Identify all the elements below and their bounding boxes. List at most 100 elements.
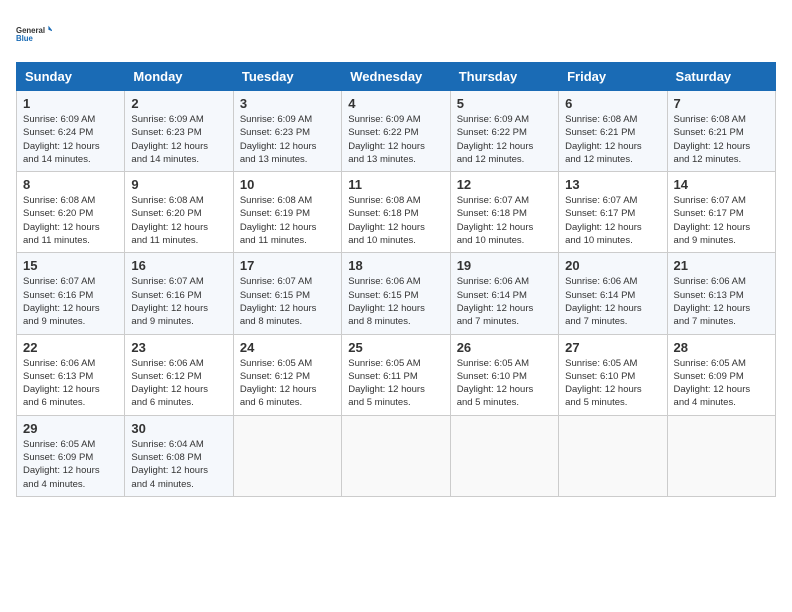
day-info: Sunrise: 6:05 AM Sunset: 6:10 PM Dayligh…	[565, 357, 660, 410]
calendar-cell	[342, 415, 450, 496]
day-info: Sunrise: 6:06 AM Sunset: 6:13 PM Dayligh…	[674, 275, 769, 328]
day-number: 2	[131, 96, 226, 111]
calendar-cell: 1 Sunrise: 6:09 AM Sunset: 6:24 PM Daylig…	[17, 91, 125, 172]
day-info: Sunrise: 6:05 AM Sunset: 6:11 PM Dayligh…	[348, 357, 443, 410]
calendar-cell: 13 Sunrise: 6:07 AM Sunset: 6:17 PM Dayli…	[559, 172, 667, 253]
day-number: 28	[674, 340, 769, 355]
day-number: 5	[457, 96, 552, 111]
logo-svg: General Blue	[16, 16, 52, 52]
day-info: Sunrise: 6:05 AM Sunset: 6:10 PM Dayligh…	[457, 357, 552, 410]
calendar-table: SundayMondayTuesdayWednesdayThursdayFrid…	[16, 62, 776, 497]
day-number: 9	[131, 177, 226, 192]
calendar-cell	[233, 415, 341, 496]
calendar-week-4: 22Sunrise: 6:06 AM Sunset: 6:13 PM Dayli…	[17, 334, 776, 415]
day-number: 20	[565, 258, 660, 273]
day-number: 17	[240, 258, 335, 273]
day-number: 3	[240, 96, 335, 111]
day-number: 22	[23, 340, 118, 355]
calendar-cell: 7Sunrise: 6:08 AM Sunset: 6:21 PM Daylig…	[667, 91, 775, 172]
day-info: Sunrise: 6:06 AM Sunset: 6:14 PM Dayligh…	[457, 275, 552, 328]
day-info: Sunrise: 6:09 AM Sunset: 6:24 PM Dayligh…	[23, 113, 118, 166]
day-info: Sunrise: 6:07 AM Sunset: 6:16 PM Dayligh…	[131, 275, 226, 328]
calendar-cell: 14Sunrise: 6:07 AM Sunset: 6:17 PM Dayli…	[667, 172, 775, 253]
day-info: Sunrise: 6:05 AM Sunset: 6:09 PM Dayligh…	[674, 357, 769, 410]
day-info: Sunrise: 6:08 AM Sunset: 6:21 PM Dayligh…	[565, 113, 660, 166]
day-number: 27	[565, 340, 660, 355]
calendar-cell: 25 Sunrise: 6:05 AM Sunset: 6:11 PM Dayli…	[342, 334, 450, 415]
day-info: Sunrise: 6:08 AM Sunset: 6:19 PM Dayligh…	[240, 194, 335, 247]
dow-tuesday: Tuesday	[233, 63, 341, 91]
day-info: Sunrise: 6:04 AM Sunset: 6:08 PM Dayligh…	[131, 438, 226, 491]
dow-wednesday: Wednesday	[342, 63, 450, 91]
dow-saturday: Saturday	[667, 63, 775, 91]
dow-monday: Monday	[125, 63, 233, 91]
calendar-week-1: 1 Sunrise: 6:09 AM Sunset: 6:24 PM Daylig…	[17, 91, 776, 172]
day-info: Sunrise: 6:09 AM Sunset: 6:22 PM Dayligh…	[348, 113, 443, 166]
day-number: 7	[674, 96, 769, 111]
day-number: 8	[23, 177, 118, 192]
logo: General Blue	[16, 16, 52, 52]
day-info: Sunrise: 6:08 AM Sunset: 6:20 PM Dayligh…	[23, 194, 118, 247]
day-info: Sunrise: 6:06 AM Sunset: 6:15 PM Dayligh…	[348, 275, 443, 328]
calendar-cell	[667, 415, 775, 496]
calendar-cell: 15Sunrise: 6:07 AM Sunset: 6:16 PM Dayli…	[17, 253, 125, 334]
calendar-cell: 20 Sunrise: 6:06 AM Sunset: 6:14 PM Dayli…	[559, 253, 667, 334]
day-number: 6	[565, 96, 660, 111]
calendar-cell: 24 Sunrise: 6:05 AM Sunset: 6:12 PM Dayli…	[233, 334, 341, 415]
day-info: Sunrise: 6:07 AM Sunset: 6:18 PM Dayligh…	[457, 194, 552, 247]
calendar-cell: 17 Sunrise: 6:07 AM Sunset: 6:15 PM Dayli…	[233, 253, 341, 334]
calendar-cell: 28 Sunrise: 6:05 AM Sunset: 6:09 PM Dayli…	[667, 334, 775, 415]
calendar-week-3: 15 Sunrise: 6:07 AM Sunset: 6:16 PM Dayli…	[17, 253, 776, 334]
svg-text:General: General	[16, 26, 45, 35]
day-info: Sunrise: 6:09 AM Sunset: 6:22 PM Dayligh…	[457, 113, 552, 166]
day-info: Sunrise: 6:05 AM Sunset: 6:09 PM Dayligh…	[23, 438, 118, 491]
day-info: Sunrise: 6:07 AM Sunset: 6:17 PM Dayligh…	[565, 194, 660, 247]
day-number: 10	[240, 177, 335, 192]
day-number: 30	[131, 421, 226, 436]
calendar-cell: 30 Sunrise: 6:04 AM Sunset: 6:08 PM Dayli…	[125, 415, 233, 496]
day-number: 12	[457, 177, 552, 192]
page-header: General Blue	[16, 16, 776, 52]
calendar-cell: 5 Sunrise: 6:09 AM Sunset: 6:22 PM Daylig…	[450, 91, 558, 172]
calendar-cell	[450, 415, 558, 496]
calendar-cell: 26 Sunrise: 6:05 AM Sunset: 6:10 PM Dayli…	[450, 334, 558, 415]
day-number: 29	[23, 421, 118, 436]
day-number: 18	[348, 258, 443, 273]
calendar-cell: 8 Sunrise: 6:08 AM Sunset: 6:20 PM Daylig…	[17, 172, 125, 253]
calendar-cell: 22Sunrise: 6:06 AM Sunset: 6:13 PM Dayli…	[17, 334, 125, 415]
calendar-cell: 6 Sunrise: 6:08 AM Sunset: 6:21 PM Daylig…	[559, 91, 667, 172]
calendar-cell: 9Sunrise: 6:08 AM Sunset: 6:20 PM Daylig…	[125, 172, 233, 253]
day-number: 1	[23, 96, 118, 111]
calendar-week-2: 8 Sunrise: 6:08 AM Sunset: 6:20 PM Daylig…	[17, 172, 776, 253]
day-info: Sunrise: 6:09 AM Sunset: 6:23 PM Dayligh…	[240, 113, 335, 166]
day-number: 19	[457, 258, 552, 273]
calendar-cell: 21 Sunrise: 6:06 AM Sunset: 6:13 PM Dayli…	[667, 253, 775, 334]
day-number: 21	[674, 258, 769, 273]
day-number: 15	[23, 258, 118, 273]
day-number: 25	[348, 340, 443, 355]
day-info: Sunrise: 6:07 AM Sunset: 6:15 PM Dayligh…	[240, 275, 335, 328]
calendar-cell	[559, 415, 667, 496]
calendar-cell: 2Sunrise: 6:09 AM Sunset: 6:23 PM Daylig…	[125, 91, 233, 172]
day-info: Sunrise: 6:06 AM Sunset: 6:14 PM Dayligh…	[565, 275, 660, 328]
day-info: Sunrise: 6:08 AM Sunset: 6:18 PM Dayligh…	[348, 194, 443, 247]
calendar-cell: 27 Sunrise: 6:05 AM Sunset: 6:10 PM Dayli…	[559, 334, 667, 415]
calendar-cell: 16 Sunrise: 6:07 AM Sunset: 6:16 PM Dayli…	[125, 253, 233, 334]
day-number: 16	[131, 258, 226, 273]
calendar-cell: 11Sunrise: 6:08 AM Sunset: 6:18 PM Dayli…	[342, 172, 450, 253]
calendar-cell: 4 Sunrise: 6:09 AM Sunset: 6:22 PM Daylig…	[342, 91, 450, 172]
day-number: 24	[240, 340, 335, 355]
calendar-cell: 18 Sunrise: 6:06 AM Sunset: 6:15 PM Dayli…	[342, 253, 450, 334]
day-number: 26	[457, 340, 552, 355]
calendar-cell: 23Sunrise: 6:06 AM Sunset: 6:12 PM Dayli…	[125, 334, 233, 415]
days-of-week-header: SundayMondayTuesdayWednesdayThursdayFrid…	[17, 63, 776, 91]
day-info: Sunrise: 6:05 AM Sunset: 6:12 PM Dayligh…	[240, 357, 335, 410]
day-info: Sunrise: 6:07 AM Sunset: 6:17 PM Dayligh…	[674, 194, 769, 247]
calendar-cell: 10 Sunrise: 6:08 AM Sunset: 6:19 PM Dayli…	[233, 172, 341, 253]
dow-friday: Friday	[559, 63, 667, 91]
day-number: 13	[565, 177, 660, 192]
day-number: 4	[348, 96, 443, 111]
day-info: Sunrise: 6:06 AM Sunset: 6:12 PM Dayligh…	[131, 357, 226, 410]
calendar-cell: 19 Sunrise: 6:06 AM Sunset: 6:14 PM Dayli…	[450, 253, 558, 334]
calendar-cell: 3 Sunrise: 6:09 AM Sunset: 6:23 PM Daylig…	[233, 91, 341, 172]
